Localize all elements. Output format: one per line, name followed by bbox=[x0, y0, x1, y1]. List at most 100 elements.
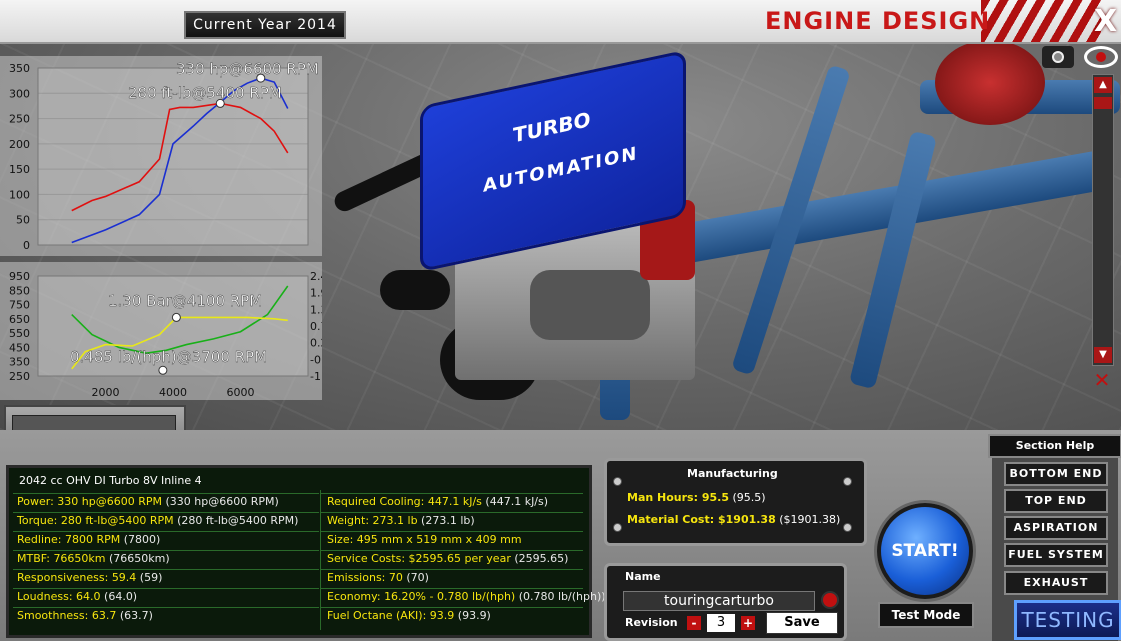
menu-exhaust[interactable]: EXHAUST bbox=[1004, 571, 1108, 595]
stat-row-divider bbox=[321, 569, 583, 588]
y-left-tick-label: 850 bbox=[9, 284, 30, 297]
power-annotation: 330 hp@6600 RPM bbox=[176, 60, 319, 78]
flywheel bbox=[935, 40, 1045, 125]
stat-row-divider bbox=[13, 531, 319, 550]
camera-icon[interactable] bbox=[1042, 46, 1074, 68]
man-hours-row: Man Hours: 95.5 (95.5) bbox=[627, 491, 766, 504]
save-button[interactable]: Save bbox=[766, 612, 838, 634]
torque-annotation: 280 ft-lb@5400 RPM bbox=[128, 84, 282, 102]
revision-increment-button[interactable]: + bbox=[741, 616, 755, 630]
stat-row-divider bbox=[13, 588, 319, 607]
y-tick-label: 200 bbox=[9, 138, 30, 151]
y-tick-label: 0 bbox=[23, 239, 30, 252]
hose bbox=[380, 270, 450, 310]
stat-row-divider bbox=[321, 588, 583, 607]
y-right-tick-label: -1.0 bbox=[310, 370, 322, 383]
material-cost-previous: ($1901.38) bbox=[775, 513, 841, 526]
reset-view-icon[interactable]: ✕ bbox=[1088, 368, 1116, 392]
test-mode-button[interactable]: Test Mode bbox=[878, 602, 974, 628]
scroll-thumb[interactable] bbox=[1094, 97, 1112, 109]
stat-row-divider bbox=[13, 550, 319, 569]
power-torque-svg: 350 300 250 200 150 100 50 0 330 hp@6600 RPM 280 … bbox=[9, 60, 319, 252]
stat-row-divider bbox=[321, 493, 583, 512]
revision-value: 3 bbox=[707, 614, 735, 632]
page-title: ENGINE DESIGN bbox=[765, 7, 991, 35]
y-left-tick-label: 750 bbox=[9, 299, 30, 312]
man-hours-previous: (95.5) bbox=[728, 491, 766, 504]
menu-top-end[interactable]: TOP END bbox=[1004, 489, 1108, 513]
y-right-tick-label: -0.4 bbox=[310, 353, 322, 366]
boost-annotation: 1.30 Bar@4100 RPM bbox=[108, 292, 262, 310]
material-cost-label: Material Cost: bbox=[627, 513, 718, 526]
name-label: Name bbox=[625, 570, 661, 583]
boost-economy-chart: 950850 750650550450 350250 2.4 1.9 1.3 0.7 0.2 -… bbox=[0, 262, 331, 400]
name-panel: Name touringcarturbo Revision - 3 + Save bbox=[604, 563, 847, 641]
y-tick-label: 250 bbox=[9, 113, 30, 126]
man-hours-value: 95.5 bbox=[701, 491, 729, 504]
reset-name-icon[interactable] bbox=[821, 591, 839, 609]
start-button[interactable]: START! bbox=[877, 503, 973, 599]
bsfc-annotation: 0.485 lb/(hph)@3700 RPM bbox=[70, 348, 267, 366]
y-right-tick-label: 1.9 bbox=[310, 287, 322, 300]
eye-icon[interactable] bbox=[1084, 46, 1118, 68]
peak-boost-marker bbox=[171, 312, 181, 322]
y-right-tick-label: 0.7 bbox=[310, 320, 322, 333]
turbo-decal: TURBO bbox=[513, 107, 591, 148]
current-year-display: Current Year 2014 bbox=[184, 11, 346, 39]
x-tick-label: 4000 bbox=[159, 386, 187, 399]
stat-row-divider bbox=[321, 607, 583, 626]
y-right-tick-label: 1.3 bbox=[310, 303, 322, 316]
stat-row-divider bbox=[13, 493, 319, 512]
automation-decal: AUTOMATION bbox=[483, 142, 639, 197]
y-left-tick-label: 350 bbox=[9, 356, 30, 369]
zoom-scrollbar[interactable]: ▲ ▼ bbox=[1092, 74, 1114, 366]
menu-fuel-system[interactable]: FUEL SYSTEM bbox=[1004, 543, 1108, 567]
material-cost-value: $1901.38 bbox=[717, 513, 776, 526]
min-bsfc-marker bbox=[158, 365, 168, 375]
engine-name-input[interactable]: touringcarturbo bbox=[623, 591, 815, 611]
manufacturing-title: Manufacturing bbox=[687, 467, 778, 480]
y-left-tick-label: 250 bbox=[9, 370, 30, 383]
y-right-tick-label: 0.2 bbox=[310, 337, 322, 350]
y-tick-label: 50 bbox=[16, 214, 30, 227]
y-left-tick-label: 450 bbox=[9, 341, 30, 354]
header-stripes bbox=[981, 0, 1101, 42]
stat-row-divider bbox=[13, 607, 319, 626]
exhaust-manifold bbox=[530, 270, 650, 340]
engine-stats-panel: 2042 cc OHV DI Turbo 8V Inline 4 Power: … bbox=[6, 465, 606, 638]
manufacturing-panel: Manufacturing Man Hours: 95.5 (95.5) Mat… bbox=[604, 458, 867, 546]
scroll-down-icon[interactable]: ▼ bbox=[1094, 347, 1112, 363]
stat-row-divider bbox=[13, 569, 319, 588]
menu-bottom-end[interactable]: BOTTOM END bbox=[1004, 462, 1108, 486]
x-tick-label: 2000 bbox=[92, 386, 120, 399]
screw-icon bbox=[613, 477, 622, 486]
section-help-button[interactable]: Section Help bbox=[988, 434, 1121, 458]
boost-economy-svg: 950850 750650550450 350250 2.4 1.9 1.3 0.7 0.2 -… bbox=[9, 270, 331, 399]
y-left-tick-label: 550 bbox=[9, 327, 30, 340]
material-cost-row: Material Cost: $1901.38 ($1901.38) bbox=[627, 513, 840, 526]
y-tick-label: 150 bbox=[9, 163, 30, 176]
menu-testing[interactable]: TESTING bbox=[1014, 600, 1121, 640]
chassis-beam bbox=[848, 130, 938, 390]
y-left-tick-label: 650 bbox=[9, 313, 30, 326]
scroll-up-icon[interactable]: ▲ bbox=[1094, 77, 1112, 93]
screw-icon bbox=[613, 523, 622, 532]
menu-aspiration[interactable]: ASPIRATION bbox=[1004, 516, 1108, 540]
y-tick-label: 100 bbox=[9, 188, 30, 201]
chassis-beam bbox=[640, 149, 1110, 271]
screw-icon bbox=[843, 523, 852, 532]
man-hours-label: Man Hours: bbox=[627, 491, 702, 504]
revision-label: Revision bbox=[625, 616, 678, 629]
x-tick-label: 6000 bbox=[227, 386, 255, 399]
screw-icon bbox=[843, 477, 852, 486]
power-torque-chart: 350 300 250 200 150 100 50 0 330 hp@6600 RPM 280 … bbox=[0, 56, 322, 256]
stat-row-divider bbox=[13, 512, 319, 531]
y-tick-label: 300 bbox=[9, 87, 30, 100]
y-tick-label: 350 bbox=[9, 62, 30, 75]
stat-row-divider bbox=[321, 512, 583, 531]
engine-summary: 2042 cc OHV DI Turbo 8V Inline 4 bbox=[19, 474, 202, 487]
stat-row-divider bbox=[321, 531, 583, 550]
close-button[interactable]: X bbox=[1094, 4, 1117, 39]
revision-decrement-button[interactable]: - bbox=[687, 616, 701, 630]
stat-row-divider bbox=[321, 550, 583, 569]
